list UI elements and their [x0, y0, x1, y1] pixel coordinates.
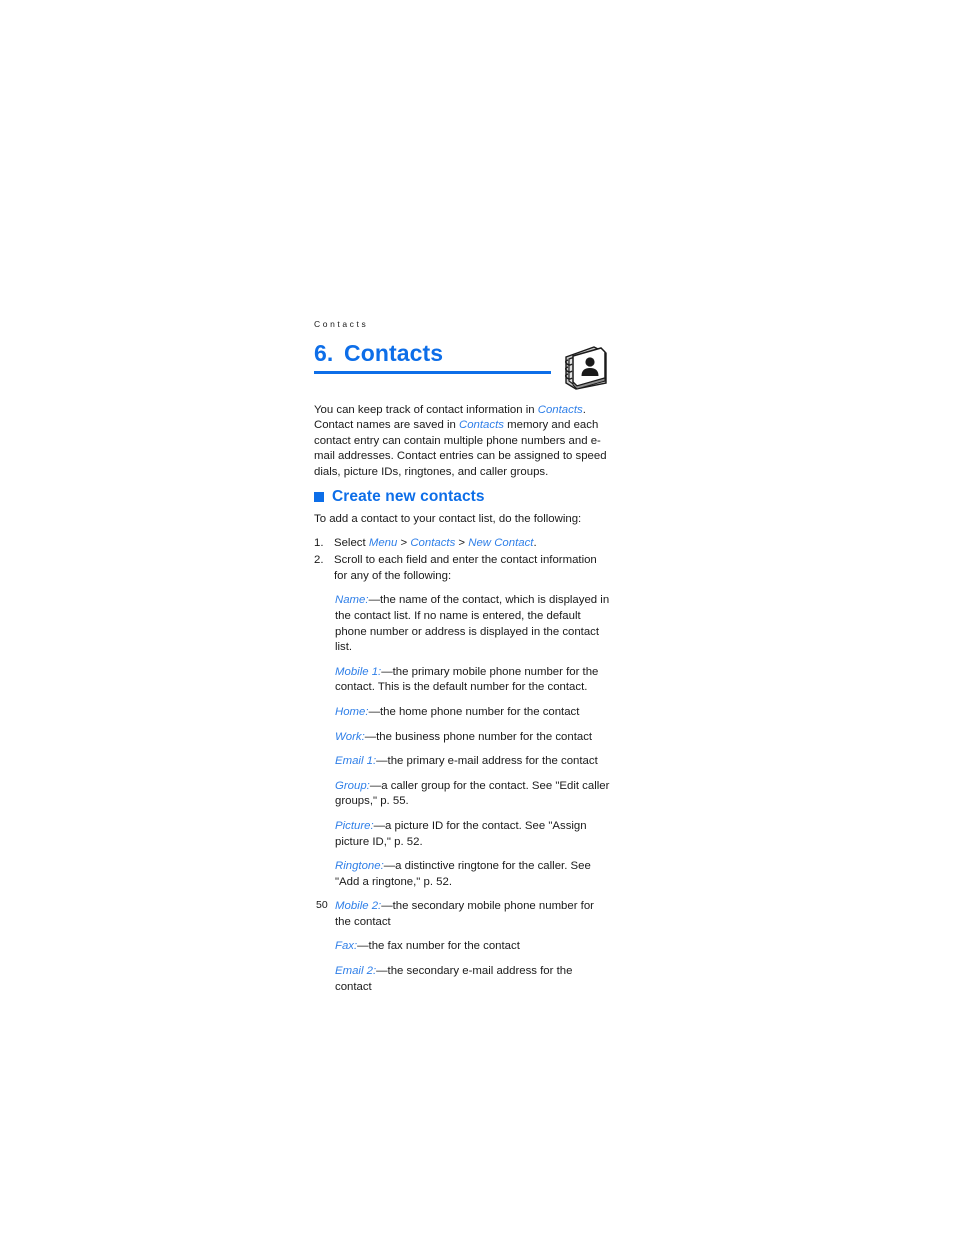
step-text: Scroll to each field and enter the conta…	[334, 554, 597, 582]
field-description: —the primary e-mail address for the cont…	[376, 755, 598, 768]
list-item: 1. Select Menu > Contacts > New Contact.	[314, 536, 610, 552]
field-label: Picture:	[335, 819, 374, 832]
chapter-title-text: Contacts	[344, 340, 444, 366]
section-body: To add a contact to your contact list, d…	[314, 512, 610, 1004]
field-description: —a picture ID for the contact. See "Assi…	[335, 819, 587, 848]
field-label: Home:	[335, 705, 369, 718]
square-bullet-icon	[314, 492, 324, 502]
list-item: 2. Scroll to each field and enter the co…	[314, 553, 610, 584]
step-prefix: Select	[334, 536, 369, 549]
page-number: 50	[316, 899, 328, 911]
menu-separator-1: >	[397, 536, 411, 549]
menu-separator-2: >	[455, 536, 469, 549]
step-number: 2.	[314, 554, 324, 567]
title-rule	[314, 371, 551, 374]
field-label: Ringtone:	[335, 860, 384, 873]
field-label: Fax:	[335, 940, 358, 953]
field-description: —the business phone number for the conta…	[364, 730, 593, 743]
step-number: 1.	[314, 536, 324, 549]
intro-part-1: You can keep track of contact informatio…	[314, 404, 538, 416]
intro-term-contacts-1: Contacts	[537, 404, 583, 416]
section-heading-text: Create new contacts	[332, 488, 485, 505]
intro-term-contacts-2: Contacts	[459, 419, 504, 432]
intro-paragraph: You can keep track of contact informatio…	[314, 403, 608, 480]
field-label: Work:	[335, 730, 365, 743]
menu-path-item-contacts: Contacts	[410, 536, 456, 549]
menu-path-item-menu: Menu	[368, 536, 398, 549]
manual-page: Contacts 6. Contacts You can keep track o…	[0, 0, 954, 1235]
field-definition-list: Name:—the name of the contact, which is …	[335, 593, 610, 995]
list-item: Mobile 2:—the secondary mobile phone num…	[335, 899, 610, 930]
address-book-icon	[560, 343, 610, 393]
field-label: Group:	[335, 779, 370, 792]
field-label: Mobile 1:	[335, 665, 382, 678]
step-suffix: .	[533, 536, 537, 549]
field-description: —the name of the contact, which is displ…	[335, 594, 610, 654]
list-item: Email 1:—the primary e-mail address for …	[335, 754, 610, 770]
field-label: Email 1:	[335, 755, 377, 768]
section-lead-text: To add a contact to your contact list, d…	[314, 513, 582, 525]
running-header: Contacts	[314, 319, 369, 329]
list-item: Ringtone:—a distinctive ringtone for the…	[335, 859, 610, 890]
menu-path-item-new-contact: New Contact	[468, 536, 534, 549]
step-text: Select Menu > Contacts > New Contact.	[334, 536, 610, 552]
field-description: —the home phone number for the contact	[368, 705, 580, 718]
list-item: Group:—a caller group for the contact. S…	[335, 779, 610, 810]
list-item: Home:—the home phone number for the cont…	[335, 705, 610, 721]
field-description: —the fax number for the contact	[357, 940, 520, 953]
field-label: Mobile 2:	[335, 900, 382, 913]
list-item: Fax:—the fax number for the contact	[335, 939, 610, 955]
list-item: Picture:—a picture ID for the contact. S…	[335, 819, 610, 850]
field-label: Name:	[335, 594, 369, 607]
list-item: Email 2:—the secondary e-mail address fo…	[335, 964, 610, 995]
list-item: Work:—the business phone number for the …	[335, 730, 610, 746]
list-item: Mobile 1:—the primary mobile phone numbe…	[335, 665, 610, 696]
list-item: Name:—the name of the contact, which is …	[335, 593, 610, 655]
field-label: Email 2:	[335, 965, 377, 978]
chapter-number: 6.	[314, 340, 334, 366]
field-description: —a caller group for the contact. See "Ed…	[335, 779, 610, 808]
section-heading-create-new-contacts: Create new contacts	[314, 488, 485, 506]
